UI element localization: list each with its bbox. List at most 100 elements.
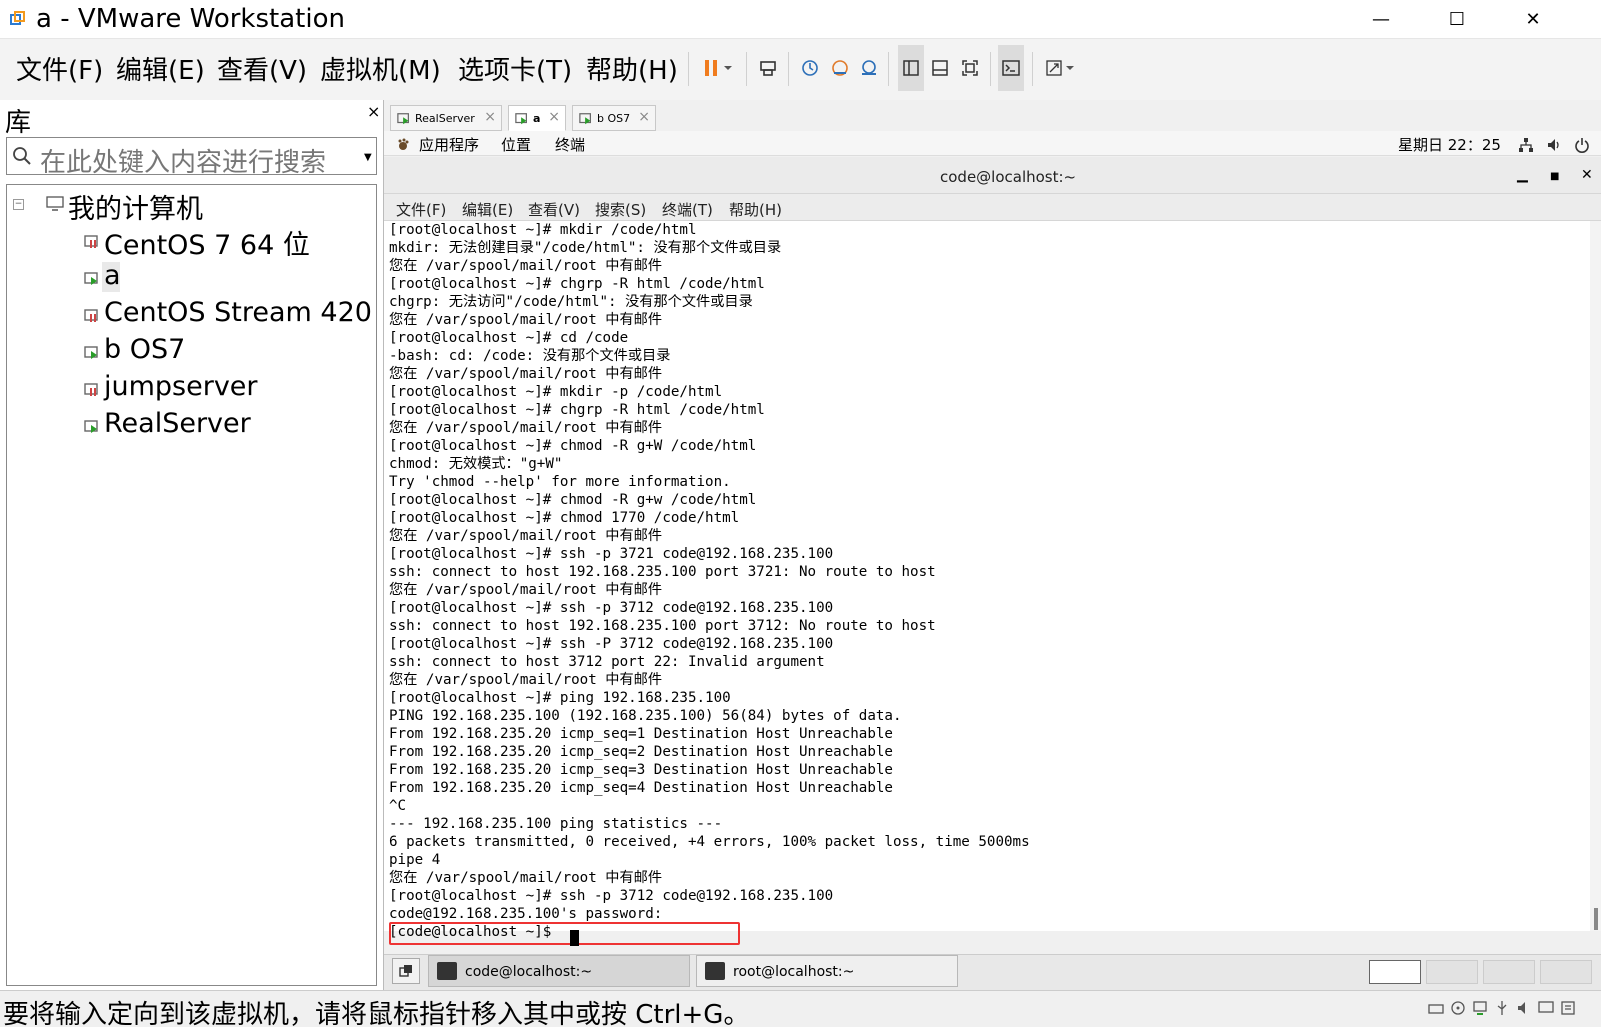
vm-running-icon xyxy=(579,113,591,125)
terminal-title: code@localhost:~ xyxy=(940,168,1077,186)
send-ctrl-alt-del-icon[interactable] xyxy=(756,56,780,80)
close-tab-icon[interactable]: × xyxy=(548,109,560,125)
display-icon[interactable] xyxy=(1538,1000,1554,1020)
tree-item-centos7[interactable]: CentOS 7 64 位 xyxy=(104,223,310,262)
workspace-2[interactable] xyxy=(1426,960,1478,984)
terminal-line: 您在 /var/spool/mail/root 中有邮件 xyxy=(389,672,663,688)
guest-menu-applications[interactable]: 应用程序 xyxy=(419,134,479,155)
library-close-button[interactable]: × xyxy=(367,102,380,121)
vm-powered-off-icon xyxy=(84,383,98,396)
terminal-line: 您在 /var/spool/mail/root 中有邮件 xyxy=(389,870,663,886)
maximize-button[interactable]: ☐ xyxy=(1434,0,1480,38)
status-message: 要将输入定向到该虚拟机，请将鼠标指针移入其中或按 Ctrl+G。 xyxy=(3,1000,750,1030)
message-log-icon[interactable] xyxy=(1560,1000,1576,1020)
power-icon[interactable] xyxy=(1574,137,1590,157)
menu-view[interactable]: 查看(V) xyxy=(217,50,307,87)
vm-powered-off-icon xyxy=(84,235,98,248)
menu-tabs[interactable]: 选项卡(T) xyxy=(458,50,572,87)
menu-vm[interactable]: 虚拟机(M) xyxy=(320,50,441,87)
tree-item-jumpserver[interactable]: jumpserver xyxy=(104,371,258,402)
tree-root-my-computer[interactable]: 我的计算机 xyxy=(68,187,203,226)
close-tab-icon[interactable]: × xyxy=(484,109,496,125)
computer-icon xyxy=(46,196,64,216)
taskbar-item-root-terminal[interactable]: root@localhost:~ xyxy=(696,955,958,987)
show-library-icon[interactable] xyxy=(899,56,923,80)
menu-file[interactable]: 文件(F) xyxy=(16,50,103,87)
tree-item-realserver[interactable]: RealServer xyxy=(104,408,251,439)
terminal-line: 您在 /var/spool/mail/root 中有邮件 xyxy=(389,582,663,598)
minimize-button[interactable]: — xyxy=(1358,0,1404,38)
tree-item-centos-stream[interactable]: CentOS Stream 420 xyxy=(104,297,372,328)
terminal-line: 您在 /var/spool/mail/root 中有邮件 xyxy=(389,258,663,274)
terminal-line: ssh: connect to host 3712 port 22: Inval… xyxy=(389,654,825,670)
workspace-4[interactable] xyxy=(1540,960,1592,984)
vm-tab-b-os7[interactable]: b OS7 × xyxy=(572,105,656,131)
terminal-line: [root@localhost ~]# ping 192.168.235.100 xyxy=(389,690,731,706)
terminal-minimize-button[interactable]: ▁ xyxy=(1517,167,1528,183)
terminal-menu-search[interactable]: 搜索(S) xyxy=(595,199,646,220)
terminal-line: [root@localhost ~]# ssh -p 3721 code@192… xyxy=(389,546,834,562)
guest-menu-terminal[interactable]: 终端 xyxy=(555,134,585,155)
guest-clock[interactable]: 星期日 22：25 xyxy=(1398,134,1501,155)
terminal-menu-edit[interactable]: 编辑(E) xyxy=(462,199,513,220)
close-tab-icon[interactable]: × xyxy=(638,109,650,125)
terminal-line: 您在 /var/spool/mail/root 中有邮件 xyxy=(389,420,663,436)
show-desktop-button[interactable] xyxy=(392,958,420,984)
terminal-line: -bash: cd: /code: 没有那个文件或目录 xyxy=(389,348,671,364)
terminal-menu-terminal[interactable]: 终端(T) xyxy=(662,199,713,220)
hard-disk-icon[interactable] xyxy=(1428,1001,1444,1020)
menu-help[interactable]: 帮助(H) xyxy=(586,50,678,87)
terminal-line: ssh: connect to host 192.168.235.100 por… xyxy=(389,564,936,580)
close-button[interactable]: ✕ xyxy=(1510,0,1556,38)
show-desktop-icon xyxy=(399,965,412,977)
terminal-scrollbar[interactable] xyxy=(1590,221,1601,931)
fullscreen-icon[interactable] xyxy=(958,56,982,80)
revert-snapshot-icon[interactable] xyxy=(828,56,852,80)
terminal-line: [root@localhost ~]# chgrp -R html /code/… xyxy=(389,276,765,292)
prompt-highlight-box xyxy=(389,922,740,945)
terminal-icon xyxy=(705,962,725,980)
menu-edit[interactable]: 编辑(E) xyxy=(116,50,205,87)
terminal-scroll-thumb[interactable] xyxy=(1594,908,1598,930)
taskbar-item-label: root@localhost:~ xyxy=(733,964,855,980)
snapshot-manager-icon[interactable] xyxy=(857,56,881,80)
taskbar-item-code-terminal[interactable]: code@localhost:~ xyxy=(428,955,690,987)
tree-item-a[interactable]: a xyxy=(104,260,121,291)
vm-running-icon xyxy=(397,113,409,125)
vm-tab-realserver[interactable]: RealServer × xyxy=(390,105,502,131)
window-title: a - VMware Workstation xyxy=(36,4,345,34)
tree-collapse-icon[interactable]: − xyxy=(13,199,24,210)
terminal-line: [root@localhost ~]# ssh -P 3712 code@192… xyxy=(389,636,834,652)
cd-dvd-icon[interactable] xyxy=(1450,1000,1466,1020)
vm-tab-a[interactable]: a × xyxy=(508,105,566,131)
terminal-menu-view[interactable]: 查看(V) xyxy=(528,199,580,220)
tree-item-b-os7[interactable]: b OS7 xyxy=(104,334,185,365)
usb-icon[interactable] xyxy=(1494,1000,1510,1020)
sound-card-icon[interactable] xyxy=(1516,1000,1532,1020)
network-adapter-icon[interactable] xyxy=(1472,1000,1488,1020)
terminal-line: [root@localhost ~]# chmod 1770 /code/htm… xyxy=(389,510,740,526)
workspace-1[interactable] xyxy=(1369,960,1421,984)
search-dropdown-icon[interactable]: ▼ xyxy=(364,152,372,163)
vm-powered-off-icon xyxy=(84,309,98,322)
volume-icon[interactable] xyxy=(1546,137,1562,157)
guest-menu-places[interactable]: 位置 xyxy=(501,134,531,155)
console-view-icon[interactable] xyxy=(999,56,1023,80)
vm-tab-label: RealServer xyxy=(415,112,475,125)
terminal-menu-file[interactable]: 文件(F) xyxy=(396,199,446,220)
terminal-line: chmod: 无效模式："g+W" xyxy=(389,456,563,472)
show-thumbnail-icon[interactable] xyxy=(928,56,952,80)
terminal-menu-help[interactable]: 帮助(H) xyxy=(729,199,782,220)
terminal-maximize-button[interactable]: ■ xyxy=(1550,171,1559,182)
terminal-line: pipe 4 xyxy=(389,852,441,868)
pause-dropdown-icon[interactable] xyxy=(720,56,736,80)
terminal-line: PING 192.168.235.100 (192.168.235.100) 5… xyxy=(389,708,902,724)
taskbar-item-label: code@localhost:~ xyxy=(465,964,593,980)
workspace-3[interactable] xyxy=(1483,960,1535,984)
terminal-line: mkdir: 无法创建目录"/code/html": 没有那个文件或目录 xyxy=(389,240,782,256)
terminal-line: chgrp: 无法访问"/code/html": 没有那个文件或目录 xyxy=(389,294,753,310)
network-icon[interactable] xyxy=(1518,137,1534,157)
stretch-dropdown-icon[interactable] xyxy=(1062,56,1078,80)
terminal-close-button[interactable]: ✕ xyxy=(1581,167,1593,183)
snapshot-icon[interactable] xyxy=(798,56,822,80)
